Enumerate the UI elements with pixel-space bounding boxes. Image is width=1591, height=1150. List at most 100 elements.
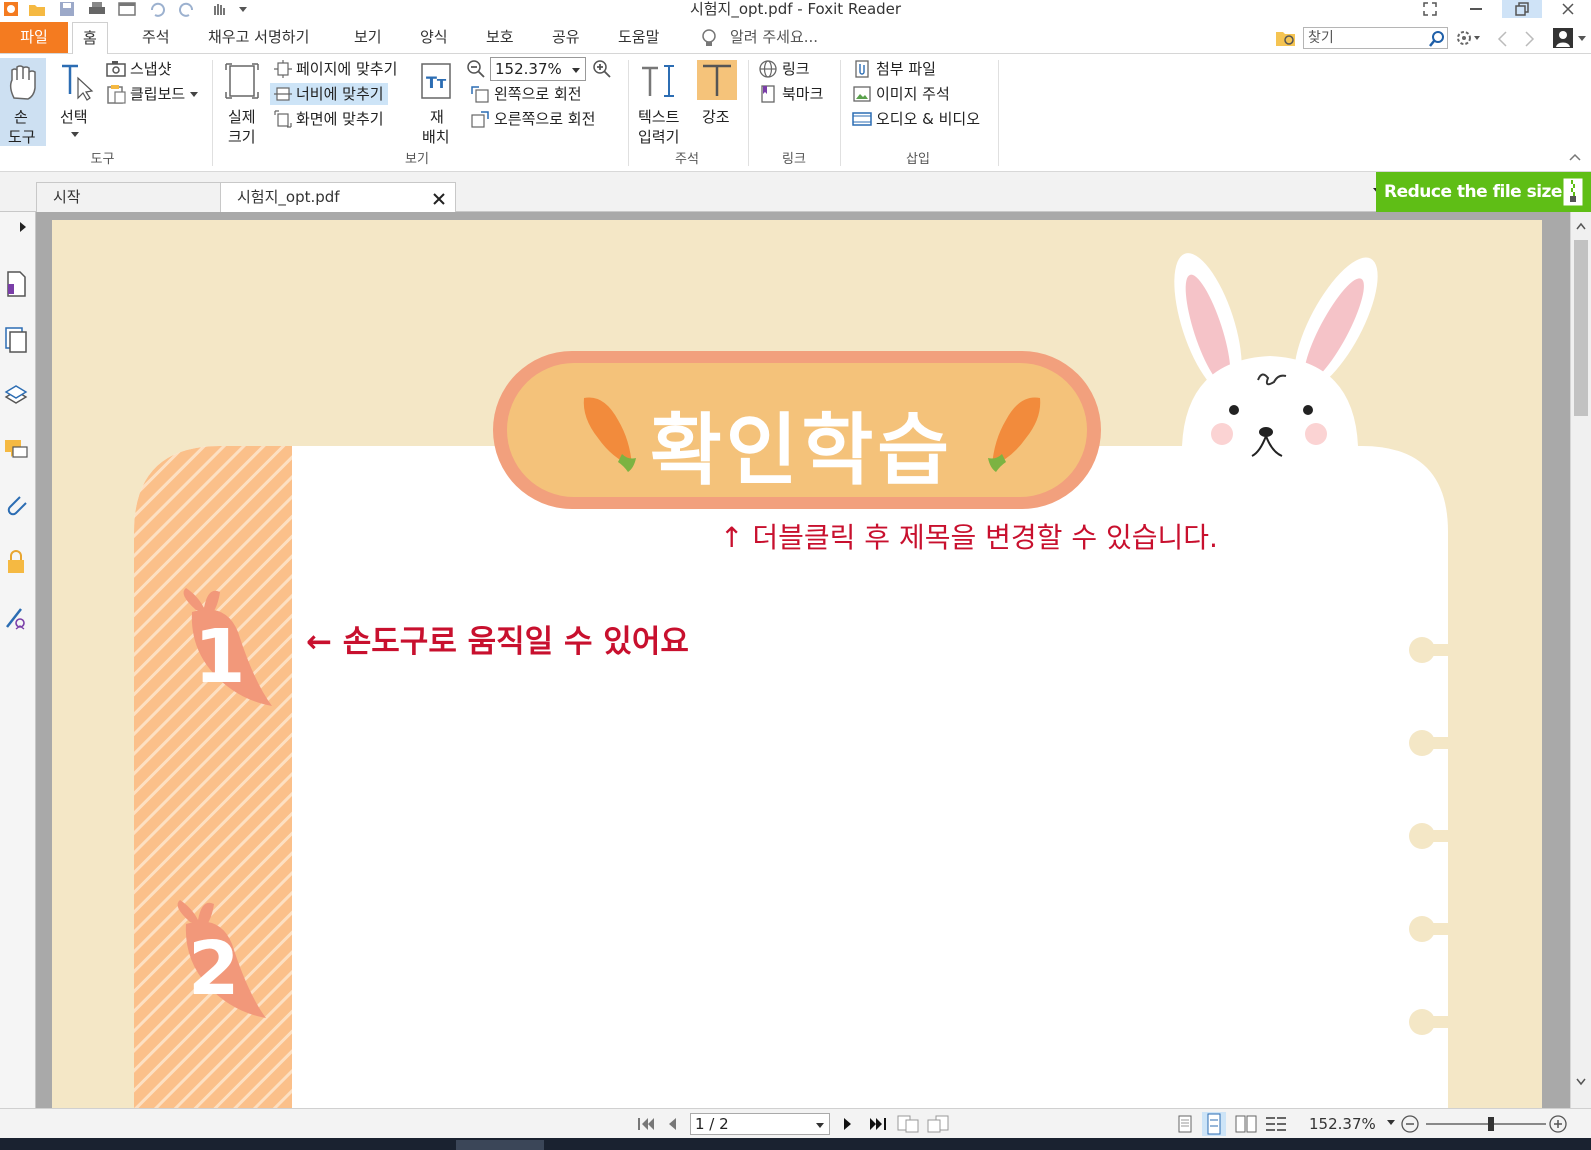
title-bar: 시험지_opt.pdf - Foxit Reader (0, 0, 1591, 22)
tab-home[interactable]: 홈 (72, 22, 108, 55)
collapse-ribbon-icon[interactable] (1568, 152, 1582, 162)
continuous-facing-view-icon[interactable] (1264, 1114, 1288, 1134)
tab-file[interactable]: 파일 (0, 22, 68, 53)
next-page-icon[interactable] (842, 1116, 854, 1132)
facing-view-icon[interactable] (1234, 1114, 1258, 1134)
tab-share[interactable]: 공유 (542, 22, 590, 53)
highlight-button[interactable]: 강조 (694, 58, 740, 146)
tab-comment[interactable]: 주석 (132, 22, 180, 53)
taskbar-active-item[interactable] (456, 1140, 544, 1150)
zoom-slider-track[interactable] (1426, 1123, 1546, 1125)
chevron-down-icon (190, 92, 199, 97)
typewriter-icon (640, 62, 680, 102)
group-label-insert: 삽입 (906, 152, 930, 167)
rotate-left-button[interactable]: 왼쪽으로 회전 (466, 83, 586, 105)
group-divider (998, 60, 999, 166)
previous-view-icon[interactable] (896, 1114, 920, 1134)
tab-protect[interactable]: 보호 (476, 22, 524, 53)
zoom-in-icon[interactable] (592, 59, 612, 79)
fit-width-button[interactable]: 너비에 맞추기 (270, 83, 388, 105)
tab-fill-sign[interactable]: 채우고 서명하기 (198, 22, 319, 53)
link-button[interactable]: 링크 (754, 58, 814, 80)
signature-panel-icon[interactable] (2, 604, 30, 632)
bookmark-button[interactable]: 북마크 (754, 83, 827, 105)
zoom-out-status-icon[interactable] (1400, 1114, 1420, 1134)
gear-icon[interactable] (1456, 29, 1482, 47)
scroll-down-icon[interactable] (1576, 1078, 1586, 1086)
zoom-in-status-icon[interactable] (1548, 1114, 1568, 1134)
zoom-out-icon[interactable] (466, 59, 486, 79)
actual-size-button[interactable]: 실제 크기 (220, 58, 266, 146)
last-page-icon[interactable] (868, 1116, 888, 1132)
zoom-select[interactable]: 152.37% (490, 57, 586, 81)
audio-video-button[interactable]: 오디오 & 비디오 (848, 108, 984, 130)
tab-view[interactable]: 보기 (344, 22, 392, 53)
search-icon[interactable] (1428, 30, 1446, 48)
reduce-file-size-label: Reduce the file size (1384, 182, 1562, 202)
page-thumbnails-icon[interactable] (2, 270, 30, 298)
nav-forward-icon[interactable] (1524, 30, 1536, 48)
tab-help[interactable]: 도움말 (608, 22, 669, 53)
image-annotation-button[interactable]: 이미지 주석 (848, 83, 954, 105)
rotate-right-button[interactable]: 오른쪽으로 회전 (466, 108, 599, 130)
reflow-label-2: 배치 (422, 128, 450, 146)
next-view-icon[interactable] (926, 1114, 950, 1134)
comments-panel-icon[interactable] (2, 436, 30, 464)
restore-button[interactable] (1502, 0, 1542, 18)
group-label-view: 보기 (405, 152, 429, 167)
attachment-icon (855, 60, 869, 78)
tell-me-input[interactable]: 알려 주세요... (720, 22, 828, 53)
fullscreen-icon[interactable] (1410, 0, 1450, 18)
snapshot-button[interactable]: 스냅샷 (102, 58, 175, 80)
status-bar: 1 / 2 152.37% (0, 1108, 1591, 1138)
tab-form[interactable]: 양식 (410, 22, 458, 53)
search-folder-icon[interactable] (1275, 28, 1297, 48)
fit-page-button[interactable]: 페이지에 맞추기 (270, 58, 401, 80)
document-tab-bar: 시작 시험지_opt.pdf Reduce the file size (0, 172, 1591, 213)
vertical-scrollbar[interactable] (1570, 212, 1591, 1108)
fit-visible-label: 화면에 맞추기 (296, 110, 384, 128)
expand-panel-icon[interactable] (18, 220, 28, 234)
pdf-number-1: 1 (194, 614, 246, 700)
tab-document[interactable]: 시험지_opt.pdf (220, 182, 456, 213)
pages-icon[interactable] (2, 326, 30, 354)
tab-start[interactable]: 시작 (36, 182, 226, 212)
reflow-button[interactable]: Tт 재 배치 (414, 58, 460, 146)
attachment-button[interactable]: 첨부 파일 (848, 58, 940, 80)
close-tab-icon[interactable] (433, 193, 445, 205)
search-input[interactable]: 찾기 (1303, 27, 1448, 49)
select-tool-button[interactable]: 선택 (52, 58, 98, 146)
page-number-input[interactable]: 1 / 2 (690, 1113, 830, 1135)
pdf-title[interactable]: 확인학습 (650, 388, 953, 500)
fit-visible-button[interactable]: 화면에 맞추기 (270, 108, 388, 130)
zoom-dropdown-icon[interactable] (1386, 1119, 1396, 1127)
reduce-file-size-button[interactable]: Reduce the file size (1376, 172, 1591, 212)
continuous-view-icon[interactable] (1202, 1112, 1226, 1136)
single-page-view-icon[interactable] (1176, 1114, 1194, 1134)
scroll-up-icon[interactable] (1576, 222, 1586, 230)
zoom-level-text: 152.37% (1309, 1115, 1376, 1133)
document-viewport[interactable]: 확인학습 ↑ 더블클릭 후 제목을 변경할 수 있습니다. ← 손도구로 움직일… (36, 212, 1570, 1108)
close-window-button[interactable] (1548, 0, 1588, 18)
fit-width-icon (274, 87, 292, 101)
zoom-slider-thumb[interactable] (1488, 1117, 1494, 1131)
fit-width-label: 너비에 맞추기 (296, 85, 384, 103)
scroll-thumb[interactable] (1574, 240, 1588, 416)
typewriter-button[interactable]: 텍스트 입력기 (634, 58, 690, 146)
clipboard-button[interactable]: 클립보드 (102, 83, 203, 105)
nav-back-icon[interactable] (1496, 30, 1508, 48)
pdf-page: 확인학습 ↑ 더블클릭 후 제목을 변경할 수 있습니다. ← 손도구로 움직일… (52, 220, 1542, 1108)
globe-link-icon (759, 60, 777, 78)
first-page-icon[interactable] (636, 1116, 656, 1132)
security-lock-icon[interactable] (2, 548, 30, 576)
previous-page-icon[interactable] (666, 1116, 678, 1132)
reflow-label-1: 재 (430, 108, 444, 126)
actual-size-label-1: 실제 (228, 108, 256, 126)
minimize-button[interactable] (1456, 0, 1496, 18)
tab-document-label: 시험지_opt.pdf (237, 188, 340, 206)
actual-size-label-2: 크기 (228, 128, 256, 146)
hand-tool-button[interactable]: 손 도구 (0, 58, 46, 146)
layers-icon[interactable] (2, 380, 30, 408)
attachments-panel-icon[interactable] (2, 492, 30, 520)
user-account-icon[interactable] (1552, 27, 1588, 49)
